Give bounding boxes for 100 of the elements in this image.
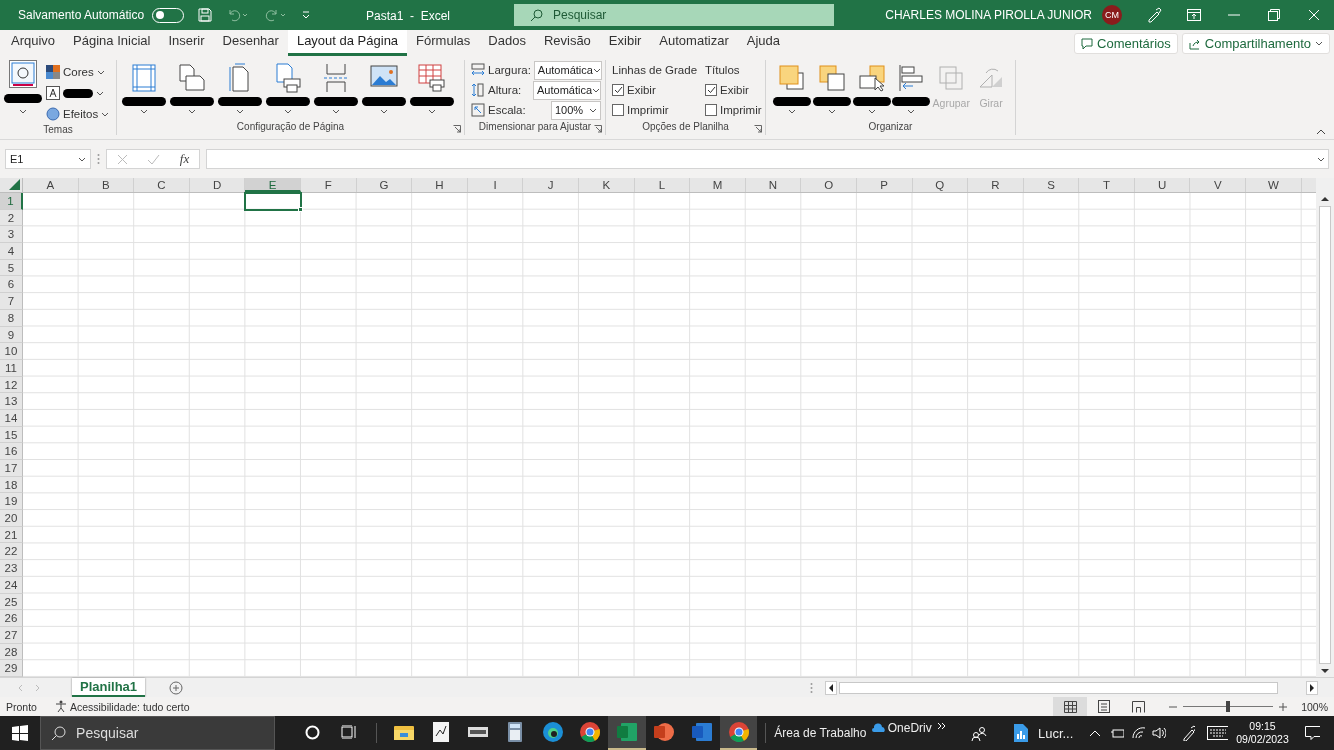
ink-icon[interactable] (432, 722, 449, 742)
keyboard-icon[interactable] (1207, 726, 1229, 740)
checkbox[interactable] (612, 104, 624, 116)
row-header[interactable]: 10 (0, 343, 23, 360)
scroll-left-icon[interactable] (825, 680, 837, 695)
column-header[interactable]: U (1134, 178, 1191, 192)
row-header[interactable]: 6 (0, 276, 23, 294)
taskbar-search-field[interactable]: Pesquisar (40, 716, 275, 750)
onedrive-label[interactable]: OneDriv (887, 721, 932, 735)
column-header[interactable]: M (690, 178, 746, 192)
column-header[interactable]: E (245, 178, 301, 192)
people-icon[interactable] (971, 725, 987, 741)
row-header[interactable]: 1 (0, 193, 23, 210)
column-header[interactable]: N (745, 178, 802, 192)
horizontal-scrollbar-thumb[interactable] (839, 681, 1278, 694)
collapse-ribbon-icon[interactable] (1316, 129, 1326, 135)
start-icon[interactable] (12, 725, 29, 741)
name-box[interactable]: E1 (5, 149, 91, 169)
column-header[interactable]: P (856, 178, 913, 192)
column-header[interactable]: V (1190, 178, 1247, 192)
chevron-up-icon[interactable] (1089, 729, 1101, 737)
accessibility-status[interactable]: Acessibilidade: tudo certo (69, 700, 190, 713)
volume-icon[interactable] (1151, 727, 1166, 739)
column-header[interactable]: B (78, 178, 135, 192)
spreadsheet-app-icon[interactable] (617, 723, 638, 741)
ribbon-tab[interactable]: Fórmulas (407, 30, 480, 56)
user-avatar[interactable]: CM (1102, 5, 1122, 25)
column-header[interactable]: F (300, 178, 357, 192)
customize-caret-icon[interactable] (302, 11, 311, 19)
column-header[interactable]: H (412, 178, 468, 192)
zoom-slider-thumb[interactable] (1226, 701, 1231, 712)
row-header[interactable]: 16 (0, 443, 23, 460)
wifi-icon[interactable] (1132, 727, 1146, 739)
toolbar-label[interactable]: Área de Trabalho (774, 726, 867, 740)
ribbon-tab[interactable]: Ajuda (737, 30, 789, 56)
checkbox[interactable] (705, 104, 718, 116)
effects-label[interactable]: Efeitos (63, 108, 99, 120)
size-dropdown[interactable]: Automática (533, 60, 602, 80)
clock-time[interactable]: 09:15 (1249, 720, 1276, 733)
row-header[interactable]: 26 (0, 610, 23, 627)
row-header[interactable]: 7 (0, 293, 23, 310)
zoom-in-icon[interactable] (1279, 702, 1288, 711)
row-header[interactable]: 13 (0, 393, 23, 410)
ribbon-tab[interactable]: Revisão (534, 30, 600, 56)
ribbon-tab[interactable]: Dados (479, 30, 535, 56)
formula-input[interactable] (206, 149, 1329, 169)
notifications-icon[interactable] (1304, 725, 1321, 741)
clock-date[interactable]: 09/02/2023 (1236, 733, 1289, 746)
ribbon-tab[interactable]: Arquivo (2, 30, 65, 56)
save-icon[interactable] (198, 8, 213, 22)
file-chart-icon[interactable] (1012, 723, 1028, 743)
circle-icon[interactable] (304, 724, 320, 740)
chrome-icon[interactable] (728, 722, 749, 742)
view-button[interactable] (1053, 697, 1088, 716)
checkbox[interactable] (612, 84, 624, 96)
presentation-app-icon[interactable] (654, 722, 675, 742)
file-label[interactable]: Lucr... (1037, 725, 1074, 741)
column-header[interactable]: T (1079, 178, 1135, 192)
task-view-icon[interactable] (341, 725, 358, 739)
edge-icon[interactable] (542, 722, 563, 742)
share-button[interactable]: Compartilhamento (1181, 33, 1330, 54)
battery-icon[interactable] (1110, 728, 1125, 738)
folder-icon[interactable] (393, 724, 414, 740)
column-header[interactable]: A (23, 178, 79, 192)
add-sheet-icon[interactable] (169, 681, 184, 695)
ribbon-tab[interactable]: Exibir (599, 30, 651, 56)
row-header[interactable]: 22 (0, 543, 23, 561)
themes-icon[interactable] (9, 60, 37, 88)
row-header[interactable]: 17 (0, 460, 23, 477)
scroll-right-icon[interactable] (1306, 680, 1318, 695)
chrome-icon[interactable] (579, 722, 600, 742)
column-header[interactable]: I (467, 178, 524, 192)
colors-label[interactable]: Cores (63, 66, 94, 78)
zoom-level[interactable]: 100% (1301, 700, 1328, 713)
column-header[interactable]: S (1023, 178, 1080, 192)
ribbon-tab[interactable]: Automatizar (650, 30, 738, 56)
keyboard-icon[interactable] (468, 727, 489, 737)
column-header[interactable]: O (801, 178, 857, 192)
row-header[interactable]: 19 (0, 493, 23, 511)
dialog-launcher-icon[interactable] (453, 125, 461, 133)
ribbon-tab[interactable]: Layout da Página (287, 30, 408, 56)
row-header[interactable]: 4 (0, 243, 23, 260)
dialog-launcher-icon[interactable] (754, 125, 762, 133)
calculator-icon[interactable] (508, 722, 523, 742)
row-header[interactable]: 3 (0, 226, 23, 244)
accessibility-icon[interactable] (54, 700, 68, 713)
check-icon[interactable] (147, 153, 161, 165)
active-cell[interactable] (244, 192, 302, 211)
dialog-launcher-icon[interactable] (594, 125, 602, 133)
row-header[interactable]: 20 (0, 510, 23, 527)
column-header[interactable]: G (356, 178, 413, 192)
ribbon-tab[interactable]: Desenhar (213, 30, 288, 56)
row-header[interactable]: 23 (0, 560, 23, 577)
scrollbar-thumb[interactable] (1319, 206, 1331, 664)
pen-icon[interactable] (1181, 725, 1196, 741)
column-header[interactable]: L (634, 178, 691, 192)
column-header[interactable]: W (1246, 178, 1302, 192)
document-app-icon[interactable] (691, 723, 712, 741)
scale-spinner[interactable]: 100% (551, 100, 601, 120)
ribbon-tab[interactable]: Página Inicial (64, 30, 160, 56)
